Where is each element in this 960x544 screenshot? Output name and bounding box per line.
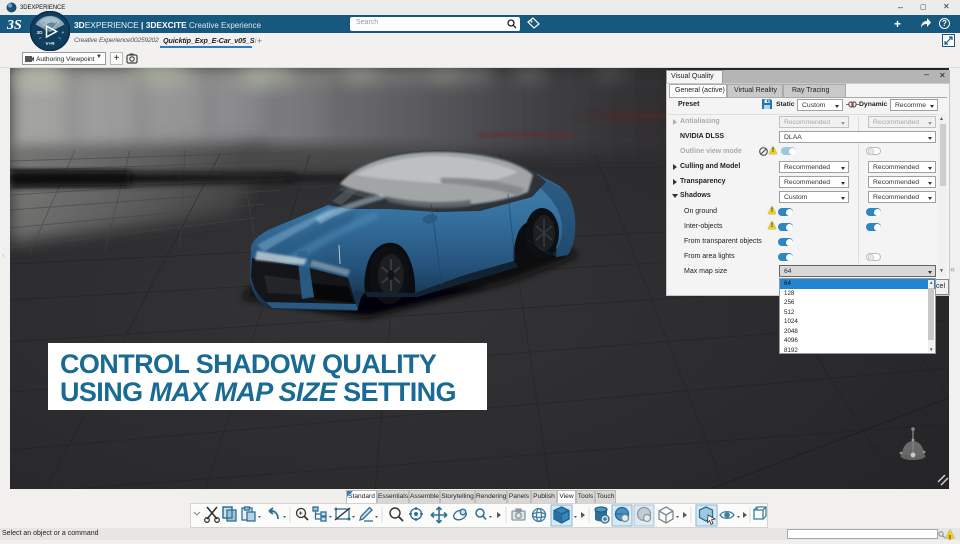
svg-text:V+R: V+R	[46, 41, 56, 46]
svg-text:3S: 3S	[6, 18, 22, 33]
svg-text:3D: 3D	[37, 30, 44, 36]
svg-text:+: +	[299, 511, 303, 518]
svg-text:+: +	[62, 30, 65, 36]
